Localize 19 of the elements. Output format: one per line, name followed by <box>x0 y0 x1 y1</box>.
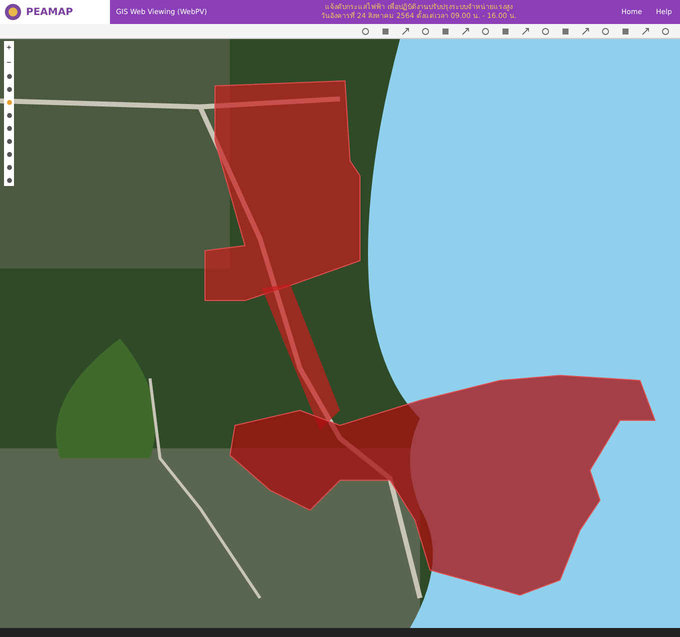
zoom-in-button[interactable]: + <box>4 43 14 52</box>
tool-icon[interactable] <box>361 26 370 36</box>
tool-icon[interactable] <box>521 26 530 36</box>
tool-icon[interactable] <box>541 26 550 36</box>
tool-icon[interactable] <box>661 26 670 36</box>
tool-icon[interactable] <box>421 26 430 36</box>
tool-icon[interactable] <box>481 26 490 36</box>
tool-icon[interactable] <box>641 26 650 36</box>
tool-icon[interactable] <box>381 26 390 36</box>
tool-icon[interactable] <box>581 26 590 36</box>
tool-icon[interactable] <box>621 26 630 36</box>
tool-icon[interactable] <box>601 26 610 36</box>
tool-icon[interactable] <box>561 26 570 36</box>
logo-text: PEAMAP <box>26 6 73 18</box>
tool-icon[interactable] <box>441 26 450 36</box>
emblem-icon <box>4 3 22 21</box>
tool-icon[interactable] <box>501 26 510 36</box>
tool-icon[interactable] <box>461 26 470 36</box>
tool-icon[interactable] <box>401 26 410 36</box>
